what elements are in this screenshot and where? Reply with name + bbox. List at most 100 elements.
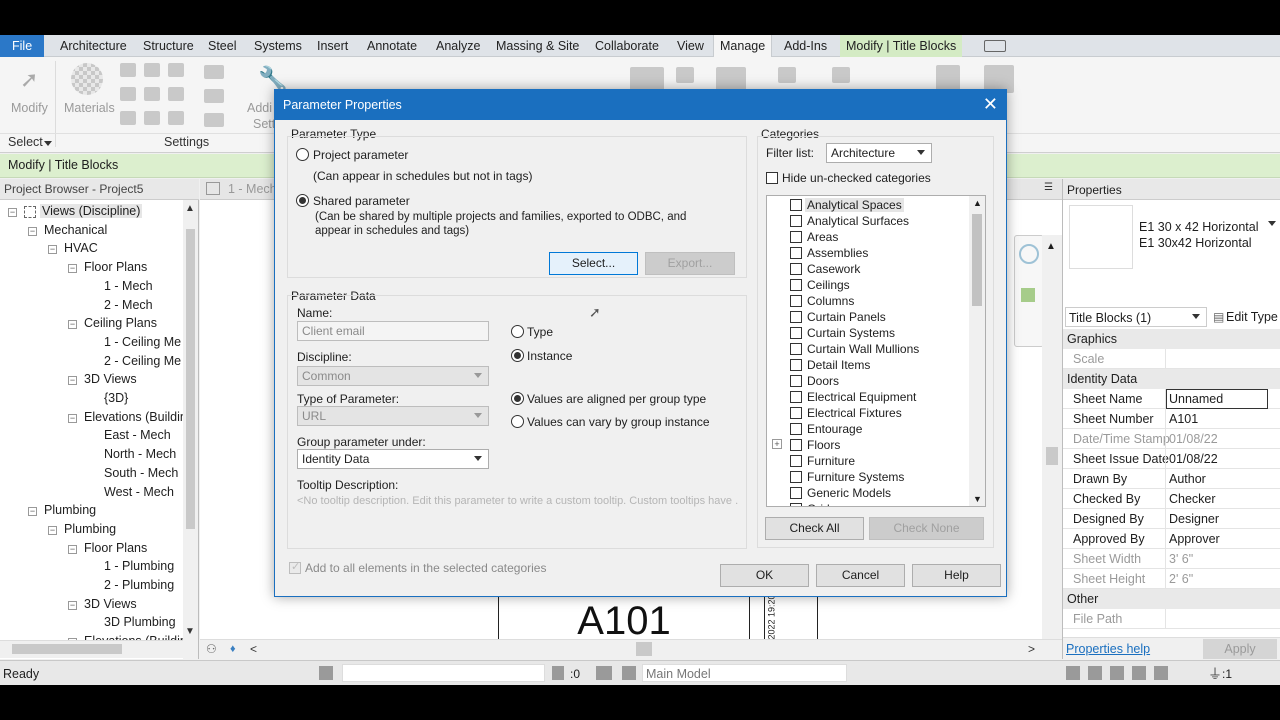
editable-only-icon[interactable] xyxy=(552,666,564,680)
view-tab-menu-icon[interactable]: ☰ xyxy=(1044,182,1053,193)
project-browser-hscroll-thumb[interactable] xyxy=(12,644,122,654)
tab-view[interactable]: View xyxy=(671,35,710,57)
shared-parameter-label[interactable]: Shared parameter xyxy=(313,194,410,208)
tree-item[interactable]: South - Mech xyxy=(104,466,178,480)
category-item[interactable]: Analytical Surfaces xyxy=(787,213,967,229)
property-value[interactable]: Approver xyxy=(1169,532,1220,546)
project-parameter-radio[interactable] xyxy=(296,148,309,161)
values-aligned-label[interactable]: Values are aligned per group type xyxy=(527,392,706,406)
property-row[interactable]: Checked By Checker xyxy=(1063,489,1280,509)
category-item[interactable]: Casework xyxy=(787,261,967,277)
tree-item[interactable]: 1 - Mech xyxy=(104,279,153,293)
ribbon-tool-icon[interactable] xyxy=(676,67,694,83)
scroll-up-icon[interactable]: ▲ xyxy=(185,203,195,214)
category-item[interactable]: Detail Items xyxy=(787,357,967,373)
tree-collapse-icon[interactable]: − xyxy=(68,413,77,423)
property-row[interactable]: Sheet Name Unnamed xyxy=(1063,389,1280,409)
help-button[interactable]: Help xyxy=(912,564,1001,587)
dialog-title-bar[interactable]: Parameter Properties ✕ xyxy=(275,90,1006,120)
tree-collapse-icon[interactable]: − xyxy=(48,525,57,535)
category-checkbox[interactable] xyxy=(790,343,802,355)
tree-item[interactable]: 1 - Ceiling Me xyxy=(104,335,181,349)
transfer-standards-icon[interactable] xyxy=(120,111,136,125)
category-checkbox[interactable] xyxy=(790,231,802,243)
additional-settings-label-2[interactable]: Sett xyxy=(253,117,275,131)
property-row[interactable]: Sheet Number A101 xyxy=(1063,409,1280,429)
scroll-down-icon[interactable]: ▼ xyxy=(973,494,982,504)
additional-settings-label[interactable]: Addi xyxy=(247,101,272,115)
categories-scrollbar[interactable]: ▲ ▼ xyxy=(969,196,985,506)
category-checkbox[interactable] xyxy=(790,311,802,323)
tree-item[interactable]: {3D} xyxy=(104,391,128,405)
tab-architecture[interactable]: Architecture xyxy=(54,35,133,57)
canvas-scroll-left-icon[interactable]: < xyxy=(250,642,257,656)
canvas-hscroll-thumb[interactable] xyxy=(636,642,652,656)
design-options-icon[interactable] xyxy=(596,666,612,680)
tree-collapse-icon[interactable]: − xyxy=(68,264,77,274)
category-item[interactable]: Areas xyxy=(787,229,967,245)
select-dropdown[interactable]: Select xyxy=(8,135,43,149)
other-section[interactable]: Other xyxy=(1063,589,1280,609)
scroll-up-icon[interactable]: ▲ xyxy=(973,198,982,208)
identity-data-section[interactable]: Identity Data xyxy=(1063,369,1280,389)
tree-item[interactable]: 3D Views xyxy=(84,597,137,611)
tree-item[interactable]: 1 - Plumbing xyxy=(104,559,174,573)
workset-dropdown[interactable] xyxy=(342,664,545,682)
tab-structure[interactable]: Structure xyxy=(137,35,200,57)
tab-modify-title-blocks[interactable]: Modify | Title Blocks xyxy=(840,35,963,57)
structural-settings-icon[interactable] xyxy=(204,65,224,79)
tree-item[interactable]: 2 - Ceiling Me xyxy=(104,354,181,368)
category-checkbox[interactable] xyxy=(790,503,802,506)
values-aligned-radio[interactable] xyxy=(511,392,524,405)
select-dropdown-arrow-icon[interactable] xyxy=(44,141,52,146)
view-tab-label[interactable]: 1 - Mech xyxy=(228,182,277,196)
tree-item[interactable]: North - Mech xyxy=(104,447,176,461)
tree-item[interactable]: 3D Plumbing xyxy=(104,615,176,629)
type-radio-label[interactable]: Type xyxy=(527,325,553,339)
cancel-button[interactable]: Cancel xyxy=(816,564,905,587)
object-styles-icon[interactable] xyxy=(120,63,136,77)
property-row[interactable]: Date/Time Stamp 01/08/22 xyxy=(1063,429,1280,449)
ribbon-toggle-icon[interactable] xyxy=(984,40,1006,52)
category-checkbox[interactable] xyxy=(790,279,802,291)
property-value[interactable]: A101 xyxy=(1169,412,1198,426)
property-value[interactable]: Unnamed xyxy=(1166,389,1268,409)
modify-button-label[interactable]: Modify xyxy=(11,101,48,115)
tree-item[interactable]: Plumbing xyxy=(64,522,116,536)
type-radio[interactable] xyxy=(511,325,524,338)
navigation-bar[interactable] xyxy=(1014,235,1044,347)
canvas-scroll-right-icon[interactable]: > xyxy=(1028,642,1035,656)
project-parameter-label[interactable]: Project parameter xyxy=(313,148,408,162)
type-name[interactable]: E1 30x42 Horizontal xyxy=(1139,236,1252,250)
tree-collapse-icon[interactable]: − xyxy=(8,208,17,217)
ok-button[interactable]: OK xyxy=(720,564,809,587)
tree-item[interactable]: Floor Plans xyxy=(84,260,147,274)
canvas-scroll-up-icon[interactable]: ▲ xyxy=(1046,241,1056,252)
add-to-all-label[interactable]: Add to all elements in the selected cate… xyxy=(305,561,546,575)
values-vary-radio[interactable] xyxy=(511,415,524,428)
canvas-vscroll-thumb[interactable] xyxy=(1046,447,1058,465)
tree-collapse-icon[interactable]: − xyxy=(68,544,77,554)
category-checkbox[interactable] xyxy=(790,359,802,371)
tree-item[interactable]: HVAC xyxy=(64,241,98,255)
category-checkbox[interactable] xyxy=(790,423,802,435)
project-information-icon[interactable] xyxy=(168,63,184,77)
temp-hide-icon[interactable]: ♦ xyxy=(230,643,236,655)
panel-schedule-icon[interactable] xyxy=(204,113,224,127)
shared-parameters-icon[interactable] xyxy=(144,87,160,101)
tree-item[interactable]: Views (Discipline) xyxy=(40,204,143,218)
tooltip-description-field[interactable]: <No tooltip description. Edit this param… xyxy=(297,495,739,507)
worksets-icon[interactable] xyxy=(319,666,333,680)
property-row[interactable]: Drawn By Author xyxy=(1063,469,1280,489)
category-checkbox[interactable] xyxy=(790,263,802,275)
tab-manage[interactable]: Manage xyxy=(713,35,773,57)
type-selector-arrow-icon[interactable] xyxy=(1268,221,1276,226)
tab-add-ins[interactable]: Add-Ins xyxy=(778,35,833,57)
properties-help-link[interactable]: Properties help xyxy=(1066,642,1150,656)
steering-wheel-icon[interactable] xyxy=(1019,244,1039,264)
tree-collapse-icon[interactable]: − xyxy=(28,226,37,236)
category-checkbox[interactable] xyxy=(790,327,802,339)
property-row[interactable]: Sheet Height 2' 6" xyxy=(1063,569,1280,589)
category-item[interactable]: Electrical Fixtures xyxy=(787,405,967,421)
hide-unchecked-label[interactable]: Hide un-checked categories xyxy=(782,171,931,185)
